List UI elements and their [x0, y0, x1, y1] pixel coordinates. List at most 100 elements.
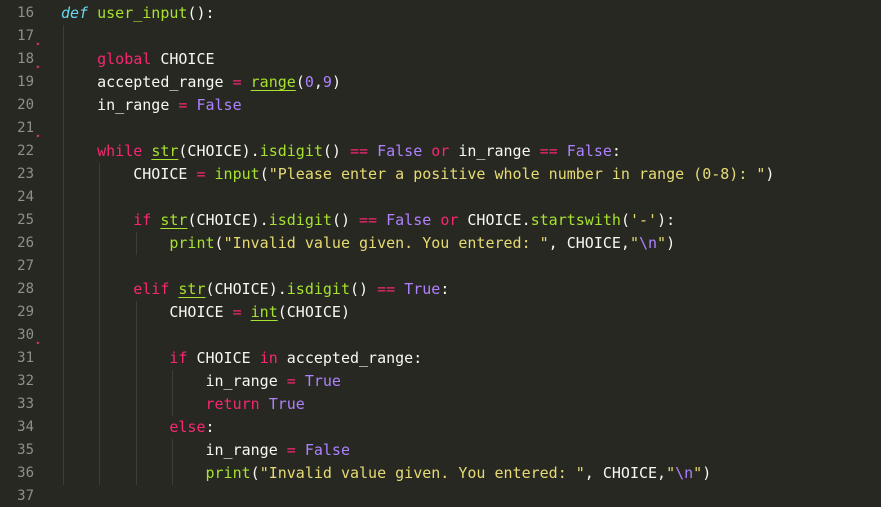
code-text: in_range = False	[61, 439, 350, 462]
code-token: "Invalid value given. You entered: "	[223, 234, 549, 252]
code-token: CHOICE.	[458, 211, 531, 229]
code-line[interactable]: 30	[0, 324, 881, 347]
code-token: print	[205, 464, 251, 482]
code-line[interactable]: 25 if str(CHOICE).isdigit() == False or …	[0, 209, 881, 232]
code-token: )	[702, 464, 712, 482]
line-number: 36	[17, 465, 34, 481]
code-text: if CHOICE in accepted_range:	[61, 347, 422, 370]
code-token: else	[169, 418, 206, 436]
code-line[interactable]: 21	[0, 117, 881, 140]
code-token: str	[160, 211, 188, 229]
code-line[interactable]: 34 else:	[0, 416, 881, 439]
code-line[interactable]: 26 print("Invalid value given. You enter…	[0, 232, 881, 255]
line-number: 20	[17, 97, 34, 113]
code-token: False	[566, 142, 612, 160]
code-token: CHOICE	[151, 50, 215, 68]
code-text: return True	[61, 393, 305, 416]
line-number: 18	[17, 51, 34, 67]
line-number: 31	[17, 350, 34, 366]
code-line[interactable]: 24	[0, 186, 881, 209]
code-token: if	[133, 211, 152, 229]
code-token: elif	[133, 280, 170, 298]
code-token: False	[304, 441, 350, 459]
code-token: =	[196, 165, 206, 183]
line-number: 22	[17, 143, 34, 159]
code-line[interactable]: 16 def user_input():	[0, 2, 881, 25]
code-token: range	[250, 73, 296, 91]
code-token: True	[304, 372, 341, 390]
code-token: "	[629, 234, 639, 252]
code-token: int	[250, 303, 278, 321]
line-number: 25	[17, 212, 34, 228]
code-token: :	[205, 418, 215, 436]
code-line[interactable]: 18 ▸ global CHOICE	[0, 40, 881, 71]
code-text: accepted_range = range(0,9)	[61, 71, 341, 94]
code-token: input	[214, 165, 260, 183]
code-token: )	[666, 234, 676, 252]
code-line[interactable]: 17	[0, 25, 881, 48]
code-text: def user_input():	[61, 2, 215, 25]
code-text: while str(CHOICE).isdigit() == False or …	[61, 140, 621, 163]
code-token: ):	[657, 211, 676, 229]
code-token: def	[61, 4, 89, 22]
code-line[interactable]: 36 print("Invalid value given. You enter…	[0, 462, 881, 485]
code-token: in_range	[61, 441, 287, 459]
line-number: 35	[17, 442, 34, 458]
code-token: \n	[638, 234, 658, 252]
code-token: isdigit	[259, 142, 323, 160]
fold-marker-icon[interactable]: ▸	[36, 40, 41, 48]
fold-marker-icon[interactable]: ▸	[36, 132, 41, 140]
code-line[interactable]: 28 elif str(CHOICE).isdigit() == True:	[0, 278, 881, 301]
code-line[interactable]: 35 in_range = False	[0, 439, 881, 462]
code-token: , CHOICE,	[584, 464, 667, 482]
code-text: print("Invalid value given. You entered:…	[61, 232, 675, 255]
code-token: True	[404, 280, 441, 298]
code-line[interactable]: 33 return True	[0, 393, 881, 416]
code-token: , CHOICE,	[548, 234, 630, 252]
code-token: (CHOICE).	[205, 280, 287, 298]
code-token: global	[97, 50, 152, 68]
code-line[interactable]: 27	[0, 255, 881, 278]
code-token: CHOICE	[61, 303, 233, 321]
code-token: True	[268, 395, 305, 413]
code-token: =	[286, 372, 296, 390]
code-line[interactable]: 20 in_range = False	[0, 94, 881, 117]
code-token: accepted_range:	[277, 349, 423, 367]
code-token: startswith	[530, 211, 621, 229]
code-token: "Invalid value given. You entered: "	[259, 464, 585, 482]
code-token: while	[97, 142, 143, 160]
code-line[interactable]: 22 ▸ while str(CHOICE).isdigit() == False…	[0, 132, 881, 163]
code-line[interactable]: 23 CHOICE = input("Please enter a positi…	[0, 163, 881, 186]
code-token: in_range	[449, 142, 540, 160]
code-token: ==	[350, 142, 369, 160]
line-number: 24	[17, 189, 34, 205]
code-line[interactable]: 19 ▸ accepted_range = range(0,9)	[0, 63, 881, 94]
code-line[interactable]: 29 CHOICE = int(CHOICE)	[0, 301, 881, 324]
code-editor[interactable]: 16 def user_input(): 17 18 ▸ global CHOICE 19…	[0, 0, 881, 507]
fold-marker-icon[interactable]: ▸	[36, 339, 41, 347]
code-text: in_range = False	[61, 94, 242, 117]
line-number: 32	[17, 373, 34, 389]
code-token: CHOICE	[61, 165, 197, 183]
code-token: ==	[377, 280, 396, 298]
code-line[interactable]: 31 ▸ if CHOICE in accepted_range:	[0, 339, 881, 370]
code-token: False	[377, 142, 423, 160]
fold-marker-icon[interactable]: ▸	[36, 63, 41, 71]
code-token: if	[169, 349, 188, 367]
code-token: return	[205, 395, 260, 413]
code-line[interactable]: 32 in_range = True	[0, 370, 881, 393]
code-line[interactable]: 37	[0, 485, 881, 507]
code-token: (CHOICE).	[187, 211, 269, 229]
code-token: (	[250, 464, 260, 482]
